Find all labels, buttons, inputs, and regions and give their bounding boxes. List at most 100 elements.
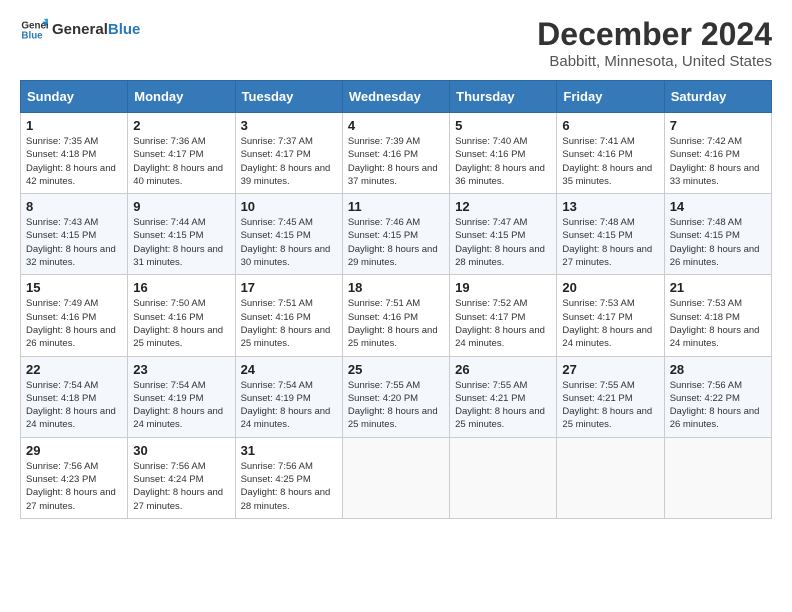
week-row-4: 22 Sunrise: 7:54 AMSunset: 4:18 PMDayligh… <box>21 356 772 437</box>
day-cell-28: 28 Sunrise: 7:56 AMSunset: 4:22 PMDayligh… <box>664 356 771 437</box>
day-number-9: 9 <box>133 199 229 214</box>
day-number-28: 28 <box>670 362 766 377</box>
day-cell-3: 3 Sunrise: 7:37 AMSunset: 4:17 PMDaylight… <box>235 113 342 194</box>
day-cell-17: 17 Sunrise: 7:51 AMSunset: 4:16 PMDayligh… <box>235 275 342 356</box>
week-row-5: 29 Sunrise: 7:56 AMSunset: 4:23 PMDayligh… <box>21 437 772 518</box>
day-info-5: Sunrise: 7:40 AMSunset: 4:16 PMDaylight:… <box>455 135 551 188</box>
day-info-28: Sunrise: 7:56 AMSunset: 4:22 PMDaylight:… <box>670 379 766 432</box>
day-cell-2: 2 Sunrise: 7:36 AMSunset: 4:17 PMDaylight… <box>128 113 235 194</box>
svg-text:Blue: Blue <box>21 30 43 41</box>
day-cell-30: 30Sunrise: 7:56 AMSunset: 4:24 PMDayligh… <box>128 437 235 518</box>
week-row-1: 1 Sunrise: 7:35 AMSunset: 4:18 PMDaylight… <box>21 113 772 194</box>
week-row-2: 8 Sunrise: 7:43 AMSunset: 4:15 PMDaylight… <box>21 194 772 275</box>
day-info-17: Sunrise: 7:51 AMSunset: 4:16 PMDaylight:… <box>241 297 337 350</box>
day-info-15: Sunrise: 7:49 AMSunset: 4:16 PMDaylight:… <box>26 297 122 350</box>
day-number-21: 21 <box>670 280 766 295</box>
day-info-14: Sunrise: 7:48 AMSunset: 4:15 PMDaylight:… <box>670 216 766 269</box>
day-cell-22: 22 Sunrise: 7:54 AMSunset: 4:18 PMDayligh… <box>21 356 128 437</box>
day-info-6: Sunrise: 7:41 AMSunset: 4:16 PMDaylight:… <box>562 135 658 188</box>
day-number-22: 22 <box>26 362 122 377</box>
logo-blue-text: Blue <box>108 21 141 38</box>
day-number-8: 8 <box>26 199 122 214</box>
logo-general-text: General <box>52 21 108 38</box>
day-cell-31: 31 Sunrise: 7:56 AMSunset: 4:25 PMDayligh… <box>235 437 342 518</box>
calendar-table: SundayMondayTuesdayWednesdayThursdayFrid… <box>20 80 772 519</box>
day-info-23: Sunrise: 7:54 AMSunset: 4:19 PMDaylight:… <box>133 379 229 432</box>
day-info-26: Sunrise: 7:55 AMSunset: 4:21 PMDaylight:… <box>455 379 551 432</box>
day-number-31: 31 <box>241 443 337 458</box>
title-area: December 2024 Babbitt, Minnesota, United… <box>537 16 772 70</box>
day-cell-14: 14 Sunrise: 7:48 AMSunset: 4:15 PMDayligh… <box>664 194 771 275</box>
day-cell-5: 5 Sunrise: 7:40 AMSunset: 4:16 PMDaylight… <box>450 113 557 194</box>
day-number-5: 5 <box>455 118 551 133</box>
day-info-21: Sunrise: 7:53 AMSunset: 4:18 PMDaylight:… <box>670 297 766 350</box>
day-cell-27: 27Sunrise: 7:55 AMSunset: 4:21 PMDayligh… <box>557 356 664 437</box>
day-info-13: Sunrise: 7:48 AMSunset: 4:15 PMDaylight:… <box>562 216 658 269</box>
day-number-17: 17 <box>241 280 337 295</box>
day-cell-6: 6Sunrise: 7:41 AMSunset: 4:16 PMDaylight… <box>557 113 664 194</box>
weekday-header-saturday: Saturday <box>664 81 771 113</box>
day-cell-19: 19Sunrise: 7:52 AMSunset: 4:17 PMDayligh… <box>450 275 557 356</box>
day-info-29: Sunrise: 7:56 AMSunset: 4:23 PMDaylight:… <box>26 460 122 513</box>
day-info-8: Sunrise: 7:43 AMSunset: 4:15 PMDaylight:… <box>26 216 122 269</box>
day-number-13: 13 <box>562 199 658 214</box>
day-cell-8: 8 Sunrise: 7:43 AMSunset: 4:15 PMDaylight… <box>21 194 128 275</box>
day-cell-9: 9 Sunrise: 7:44 AMSunset: 4:15 PMDaylight… <box>128 194 235 275</box>
day-info-9: Sunrise: 7:44 AMSunset: 4:15 PMDaylight:… <box>133 216 229 269</box>
day-cell-20: 20Sunrise: 7:53 AMSunset: 4:17 PMDayligh… <box>557 275 664 356</box>
day-number-16: 16 <box>133 280 229 295</box>
day-info-3: Sunrise: 7:37 AMSunset: 4:17 PMDaylight:… <box>241 135 337 188</box>
day-number-3: 3 <box>241 118 337 133</box>
day-info-25: Sunrise: 7:55 AMSunset: 4:20 PMDaylight:… <box>348 379 444 432</box>
day-info-7: Sunrise: 7:42 AMSunset: 4:16 PMDaylight:… <box>670 135 766 188</box>
day-number-2: 2 <box>133 118 229 133</box>
day-info-12: Sunrise: 7:47 AMSunset: 4:15 PMDaylight:… <box>455 216 551 269</box>
day-info-19: Sunrise: 7:52 AMSunset: 4:17 PMDaylight:… <box>455 297 551 350</box>
day-number-14: 14 <box>670 199 766 214</box>
day-number-1: 1 <box>26 118 122 133</box>
day-cell-12: 12 Sunrise: 7:47 AMSunset: 4:15 PMDayligh… <box>450 194 557 275</box>
day-info-10: Sunrise: 7:45 AMSunset: 4:15 PMDaylight:… <box>241 216 337 269</box>
day-cell-18: 18 Sunrise: 7:51 AMSunset: 4:16 PMDayligh… <box>342 275 449 356</box>
day-number-23: 23 <box>133 362 229 377</box>
week-row-3: 15 Sunrise: 7:49 AMSunset: 4:16 PMDayligh… <box>21 275 772 356</box>
day-info-27: Sunrise: 7:55 AMSunset: 4:21 PMDaylight:… <box>562 379 658 432</box>
day-cell-29: 29 Sunrise: 7:56 AMSunset: 4:23 PMDayligh… <box>21 437 128 518</box>
day-number-25: 25 <box>348 362 444 377</box>
day-cell-13: 13 Sunrise: 7:48 AMSunset: 4:15 PMDayligh… <box>557 194 664 275</box>
day-info-11: Sunrise: 7:46 AMSunset: 4:15 PMDaylight:… <box>348 216 444 269</box>
day-info-18: Sunrise: 7:51 AMSunset: 4:16 PMDaylight:… <box>348 297 444 350</box>
day-number-4: 4 <box>348 118 444 133</box>
day-cell-11: 11Sunrise: 7:46 AMSunset: 4:15 PMDayligh… <box>342 194 449 275</box>
weekday-header-tuesday: Tuesday <box>235 81 342 113</box>
day-number-15: 15 <box>26 280 122 295</box>
empty-cell <box>664 437 771 518</box>
sub-title: Babbitt, Minnesota, United States <box>537 53 772 70</box>
day-cell-21: 21 Sunrise: 7:53 AMSunset: 4:18 PMDayligh… <box>664 275 771 356</box>
day-number-18: 18 <box>348 280 444 295</box>
day-info-2: Sunrise: 7:36 AMSunset: 4:17 PMDaylight:… <box>133 135 229 188</box>
weekday-header-friday: Friday <box>557 81 664 113</box>
logo-icon: General Blue <box>20 16 48 44</box>
day-info-20: Sunrise: 7:53 AMSunset: 4:17 PMDaylight:… <box>562 297 658 350</box>
day-info-1: Sunrise: 7:35 AMSunset: 4:18 PMDaylight:… <box>26 135 122 188</box>
day-number-7: 7 <box>670 118 766 133</box>
weekday-header-row: SundayMondayTuesdayWednesdayThursdayFrid… <box>21 81 772 113</box>
header: General Blue GeneralBlue December 2024 B… <box>20 16 772 70</box>
main-title: December 2024 <box>537 16 772 53</box>
day-cell-4: 4Sunrise: 7:39 AMSunset: 4:16 PMDaylight… <box>342 113 449 194</box>
day-number-26: 26 <box>455 362 551 377</box>
day-number-12: 12 <box>455 199 551 214</box>
day-cell-16: 16Sunrise: 7:50 AMSunset: 4:16 PMDayligh… <box>128 275 235 356</box>
day-info-22: Sunrise: 7:54 AMSunset: 4:18 PMDaylight:… <box>26 379 122 432</box>
logo: General Blue GeneralBlue <box>20 16 140 44</box>
day-cell-1: 1 Sunrise: 7:35 AMSunset: 4:18 PMDaylight… <box>21 113 128 194</box>
day-info-31: Sunrise: 7:56 AMSunset: 4:25 PMDaylight:… <box>241 460 337 513</box>
day-info-24: Sunrise: 7:54 AMSunset: 4:19 PMDaylight:… <box>241 379 337 432</box>
empty-cell <box>450 437 557 518</box>
day-info-30: Sunrise: 7:56 AMSunset: 4:24 PMDaylight:… <box>133 460 229 513</box>
day-cell-23: 23 Sunrise: 7:54 AMSunset: 4:19 PMDayligh… <box>128 356 235 437</box>
weekday-header-wednesday: Wednesday <box>342 81 449 113</box>
weekday-header-sunday: Sunday <box>21 81 128 113</box>
day-number-29: 29 <box>26 443 122 458</box>
